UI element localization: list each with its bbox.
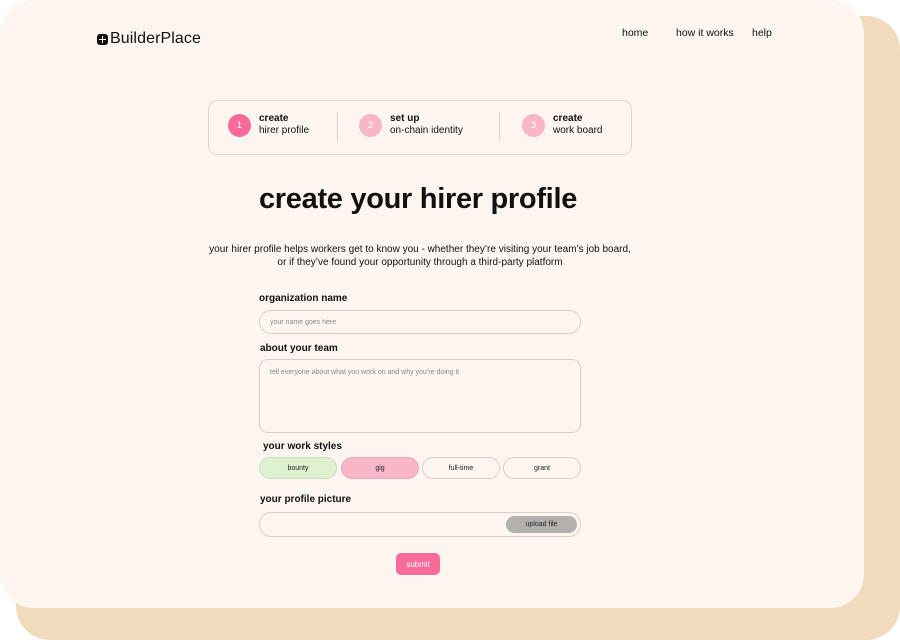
step-2: 2 set up on-chain identity [359, 113, 463, 137]
top-nav: home how it works help [0, 27, 864, 41]
page-title: create your hirer profile [258, 183, 578, 215]
work-styles-label: your work styles [263, 441, 342, 452]
work-style-gig-chip[interactable]: gig [341, 457, 419, 479]
submit-button[interactable]: submit [396, 553, 440, 575]
work-style-full-time-chip[interactable]: full-time [422, 457, 500, 479]
step-subtitle: hirer profile [259, 125, 310, 136]
org-name-input[interactable] [259, 310, 581, 334]
nav-home-link[interactable]: home [622, 27, 648, 39]
step-number-badge: 3 [522, 113, 545, 137]
step-divider [337, 112, 338, 141]
about-team-label: about your team [260, 343, 338, 354]
step-title: create [553, 113, 583, 124]
step-subtitle: work board [553, 125, 603, 136]
main-card: BuilderPlace home how it works help 1 cr… [0, 0, 864, 608]
org-name-label: organization name [259, 293, 348, 304]
step-subtitle: on-chain identity [390, 125, 463, 136]
profile-picture-field[interactable]: upload file [259, 512, 581, 537]
step-divider [499, 112, 500, 141]
step-1: 1 create hirer profile [228, 113, 309, 137]
work-style-grant-chip[interactable]: grant [503, 457, 581, 479]
step-number-badge: 2 [359, 113, 382, 137]
upload-file-button[interactable]: upload file [506, 516, 577, 533]
work-style-options: bounty gig full-time grant [259, 457, 581, 479]
nav-help-link[interactable]: help [752, 27, 772, 39]
step-3: 3 create work board [522, 113, 602, 137]
step-title: create [259, 113, 289, 124]
step-number-badge: 1 [228, 113, 251, 137]
work-style-bounty-chip[interactable]: bounty [259, 457, 337, 479]
profile-picture-label: your profile picture [260, 494, 352, 505]
nav-how-it-works-link[interactable]: how it works [676, 27, 734, 39]
about-team-textarea[interactable] [259, 359, 581, 433]
progress-stepper: 1 create hirer profile 2 set up on-chain… [208, 100, 632, 155]
step-title: set up [390, 113, 420, 124]
page-description: your hirer profile helps workers get to … [209, 244, 631, 268]
